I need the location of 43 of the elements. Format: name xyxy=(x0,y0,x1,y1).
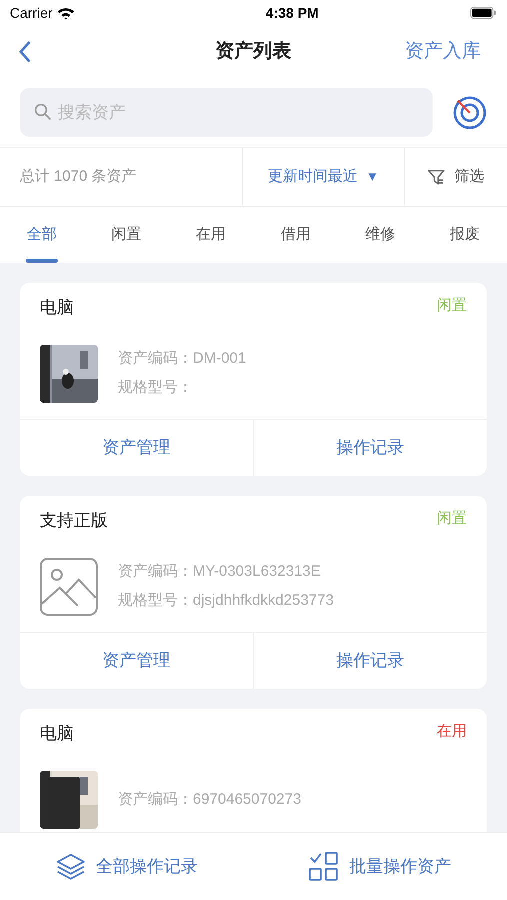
asset-name: 支持正版 xyxy=(40,510,108,532)
field-value: 6970465070273 xyxy=(193,790,302,810)
field-value: MY-0303L632313E xyxy=(193,562,321,582)
add-asset-button[interactable]: 资产入库 xyxy=(405,38,493,66)
asset-status: 闲置 xyxy=(437,509,467,529)
status-tab[interactable]: 维修 xyxy=(350,207,410,263)
card-action-button[interactable]: 资产管理 xyxy=(20,420,253,476)
search-icon xyxy=(34,103,52,121)
card-action-button[interactable]: 操作记录 xyxy=(253,420,487,476)
search-field[interactable]: 搜索资产 xyxy=(20,88,433,137)
page-title: 资产列表 xyxy=(216,40,292,64)
asset-status: 在用 xyxy=(437,722,467,742)
status-tab[interactable]: 报废 xyxy=(434,207,495,263)
card-action-button[interactable]: 资产管理 xyxy=(20,633,253,689)
wifi-icon xyxy=(56,6,75,20)
carrier-label: Carrier xyxy=(10,4,53,22)
field-label: 规格型号： xyxy=(118,378,193,398)
layers-icon xyxy=(56,852,86,882)
field-value: djsjdhhfkdkkd253773 xyxy=(193,591,334,612)
filter-icon xyxy=(428,168,444,186)
field-label: 资产编码： xyxy=(118,349,193,370)
status-tab[interactable]: 在用 xyxy=(181,207,242,263)
field-label: 资产编码： xyxy=(118,790,193,810)
scan-button[interactable] xyxy=(453,96,487,130)
asset-name: 电脑 xyxy=(40,723,74,745)
checklist-grid-icon xyxy=(309,852,340,882)
total-count: 总计 1070 条资产 xyxy=(20,166,137,187)
image-placeholder-icon xyxy=(40,558,98,616)
asset-name: 电脑 xyxy=(40,297,74,319)
status-tab[interactable]: 全部 xyxy=(12,207,72,263)
sort-dropdown[interactable]: 更新时间最近 ▼ xyxy=(243,148,405,206)
card-action-button[interactable]: 操作记录 xyxy=(253,633,487,689)
field-value: DM-001 xyxy=(193,349,246,370)
asset-status: 闲置 xyxy=(437,296,467,316)
bottom-action-button[interactable]: 全部操作记录 xyxy=(56,852,198,882)
filter-button[interactable]: 筛选 xyxy=(405,148,507,206)
bottom-action-button[interactable]: 批量操作资产 xyxy=(309,852,452,882)
field-label: 资产编码： xyxy=(118,562,193,582)
status-tab[interactable]: 借用 xyxy=(266,207,326,263)
battery-icon xyxy=(470,7,497,19)
status-tab[interactable]: 闲置 xyxy=(96,207,157,263)
clock: 4:38 PM xyxy=(266,4,319,22)
field-label: 规格型号： xyxy=(118,591,193,612)
